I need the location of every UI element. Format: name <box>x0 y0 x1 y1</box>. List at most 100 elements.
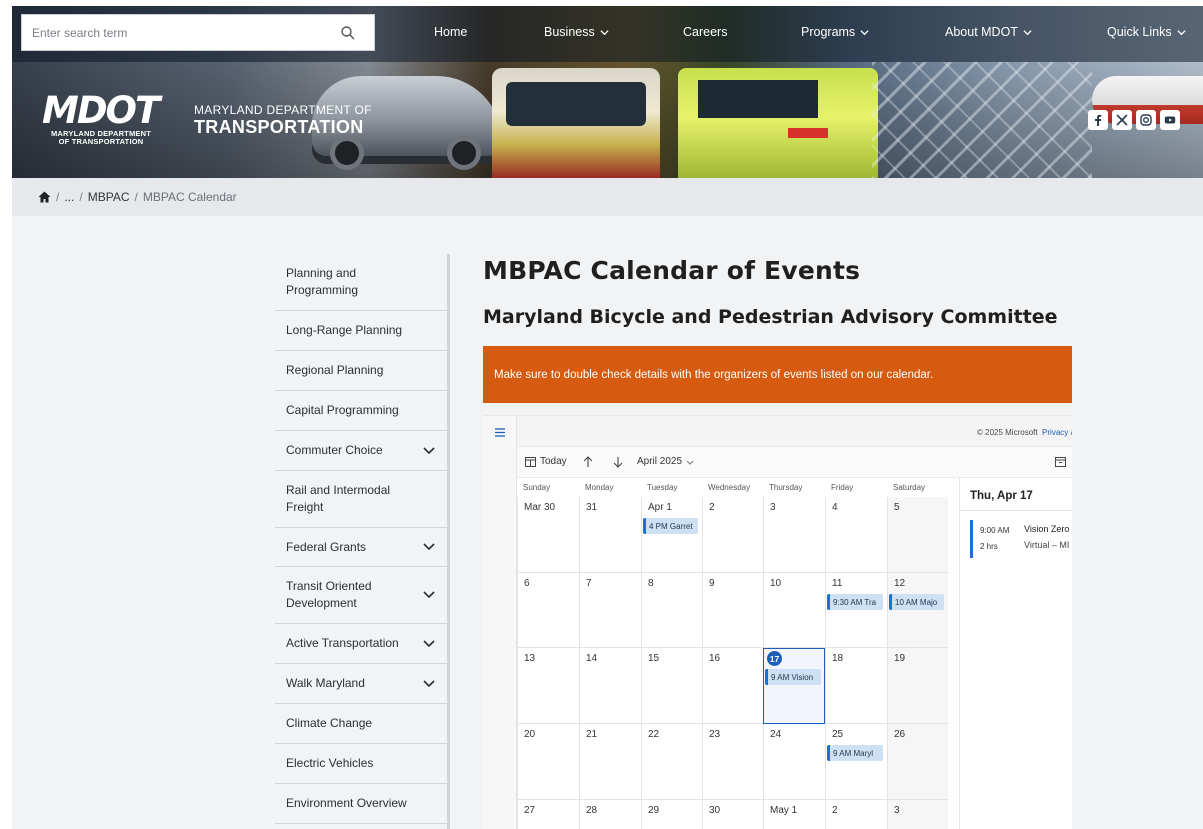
day-number: 2 <box>709 502 715 513</box>
chevron-down-icon[interactable] <box>423 542 435 552</box>
calendar-day-cell[interactable]: 15 <box>641 648 702 724</box>
calendar-day-cell[interactable]: 20 <box>517 724 579 800</box>
sidebar-item-regional-planning[interactable]: Regional Planning <box>275 351 447 391</box>
today-button[interactable]: Today <box>525 456 567 467</box>
chevron-down-icon <box>686 460 694 465</box>
calendar-day-cell[interactable]: 18 <box>825 648 887 724</box>
calendar-side-rail <box>483 416 517 829</box>
youtube-icon[interactable] <box>1160 110 1180 130</box>
copyright-text: © 2025 Microsoft Privacy & Cookies <box>977 428 1072 437</box>
calendar-day-cell[interactable]: 30 <box>702 800 763 829</box>
view-switch-button[interactable] <box>1055 456 1066 467</box>
chevron-down-icon[interactable] <box>423 446 435 456</box>
sidebar-item-environment-overview[interactable]: Environment Overview <box>275 784 447 824</box>
calendar-day-cell[interactable]: 24 <box>763 724 825 800</box>
sidebar-item-electric-vehicles[interactable]: Electric Vehicles <box>275 744 447 784</box>
sidebar-item-long-range-planning[interactable]: Long-Range Planning <box>275 311 447 351</box>
calendar-day-cell[interactable]: 13 <box>517 648 579 724</box>
calendar-day-cell[interactable]: 11 9:30 AM Tra <box>825 573 887 648</box>
nav-home[interactable]: Home <box>434 25 467 39</box>
day-number: 14 <box>586 653 598 664</box>
calendar-event[interactable]: 10 AM Majo <box>889 594 944 610</box>
calendar-day-cell[interactable]: 25 9 AM Maryl <box>825 724 887 800</box>
calendar-day-cell[interactable]: 31 <box>579 497 641 573</box>
next-month-button[interactable] <box>613 456 623 468</box>
mdot-logo[interactable]: MDOT MARYLAND DEPARTMENT OF TRANSPORTATI… <box>42 92 160 146</box>
sidebar-item-commuter-choice[interactable]: Commuter Choice <box>275 431 447 471</box>
sidebar-item-capital-programming[interactable]: Capital Programming <box>275 391 447 431</box>
menu-icon[interactable] <box>495 428 505 437</box>
instagram-icon[interactable] <box>1136 110 1156 130</box>
sidebar-item-active-transportation[interactable]: Active Transportation <box>275 624 447 664</box>
calendar-day-cell[interactable]: 26 <box>887 724 948 800</box>
chevron-down-icon[interactable] <box>423 639 435 649</box>
day-number: 11 <box>832 578 843 589</box>
privacy-link[interactable]: Privacy & Cookies <box>1042 428 1072 437</box>
sidebar-item-planning-and-programming[interactable]: Planning and Programming <box>275 254 447 311</box>
search-box <box>21 14 375 51</box>
calendar-day-cell[interactable]: 12 10 AM Majo <box>887 573 948 648</box>
nav-business[interactable]: Business <box>544 25 609 39</box>
nav-careers[interactable]: Careers <box>683 25 727 39</box>
calendar-day-cell[interactable]: Apr 1 4 PM Garret <box>641 497 702 573</box>
calendar-day-cell[interactable]: 14 <box>579 648 641 724</box>
page: Home Business Careers Programs About MDO… <box>12 6 1203 829</box>
breadcrumb: / ... / MBPAC / MBPAC Calendar <box>38 190 237 204</box>
calendar-day-cell[interactable]: 6 <box>517 573 579 648</box>
calendar-day-cell[interactable]: 8 <box>641 573 702 648</box>
calendar-day-cell[interactable]: 21 <box>579 724 641 800</box>
home-icon[interactable] <box>38 191 51 203</box>
day-number: 19 <box>894 653 906 664</box>
search-input[interactable] <box>22 15 332 50</box>
breadcrumb-mbpac[interactable]: MBPAC <box>88 190 130 204</box>
calendar-day-cell[interactable]: May 1 <box>763 800 825 829</box>
calendar-day-cell[interactable]: 2 <box>702 497 763 573</box>
chevron-down-icon[interactable] <box>423 679 435 689</box>
facebook-icon[interactable] <box>1088 110 1108 130</box>
calendar-event[interactable]: 9 AM Maryl <box>827 745 883 761</box>
day-number: 31 <box>586 502 598 513</box>
day-number: 2 <box>832 805 838 816</box>
chevron-down-icon[interactable] <box>423 590 435 600</box>
nav-programs[interactable]: Programs <box>801 25 869 39</box>
calendar-day-cell[interactable]: 16 <box>702 648 763 724</box>
sidebar-item-climate-change[interactable]: Climate Change <box>275 704 447 744</box>
calendar-event[interactable]: 9 AM Vision <box>765 669 821 685</box>
calendar-day-cell[interactable]: 10 <box>763 573 825 648</box>
breadcrumb-ellipsis[interactable]: ... <box>64 190 74 204</box>
calendar-day-cell-today[interactable]: 17 9 AM Vision <box>763 648 825 724</box>
agenda-pane: Thu, Apr 17 9:00 AM 2 hrs Vision Zero Vi… <box>959 478 1072 829</box>
sidebar-item-transit-oriented-development[interactable]: Transit Oriented Development <box>275 567 447 624</box>
calendar-day-cell[interactable]: 29 <box>641 800 702 829</box>
calendar-day-cell[interactable]: 23 <box>702 724 763 800</box>
calendar-day-cell[interactable]: 2 <box>825 800 887 829</box>
sidebar-item-rail-and-intermodal-freight[interactable]: Rail and Intermodal Freight <box>275 471 447 528</box>
calendar-day-cell[interactable]: 22 <box>641 724 702 800</box>
day-number: 23 <box>709 729 721 740</box>
calendar-day-cell[interactable]: 4 <box>825 497 887 573</box>
x-icon[interactable] <box>1112 110 1132 130</box>
calendar-event[interactable]: 9:30 AM Tra <box>827 594 883 610</box>
day-number: 7 <box>586 578 592 589</box>
search-icon[interactable] <box>340 25 356 41</box>
agenda-event-title[interactable]: Vision Zero <box>1024 524 1069 534</box>
calendar-day-cell[interactable]: 3 <box>887 800 948 829</box>
department-name: MARYLAND DEPARTMENT OF TRANSPORTATION <box>194 103 372 138</box>
month-picker[interactable]: April 2025 <box>637 456 694 467</box>
chevron-down-icon <box>1023 29 1032 35</box>
calendar-day-cell[interactable]: 9 <box>702 573 763 648</box>
calendar-day-cell[interactable]: 28 <box>579 800 641 829</box>
calendar-day-cell[interactable]: 19 <box>887 648 948 724</box>
sidebar-item-federal-grants[interactable]: Federal Grants <box>275 528 447 567</box>
calendar-day-cell[interactable]: 3 <box>763 497 825 573</box>
day-number: 18 <box>832 653 844 664</box>
calendar-day-cell[interactable]: Mar 30 <box>517 497 579 573</box>
calendar-day-cell[interactable]: 7 <box>579 573 641 648</box>
nav-quick-links[interactable]: Quick Links <box>1107 25 1186 39</box>
calendar-event[interactable]: 4 PM Garret <box>643 518 698 534</box>
calendar-day-cell[interactable]: 27 <box>517 800 579 829</box>
calendar-day-cell[interactable]: 5 <box>887 497 948 573</box>
nav-about-mdot[interactable]: About MDOT <box>945 25 1032 39</box>
sidebar-item-walk-maryland[interactable]: Walk Maryland <box>275 664 447 704</box>
previous-month-button[interactable] <box>583 456 593 468</box>
